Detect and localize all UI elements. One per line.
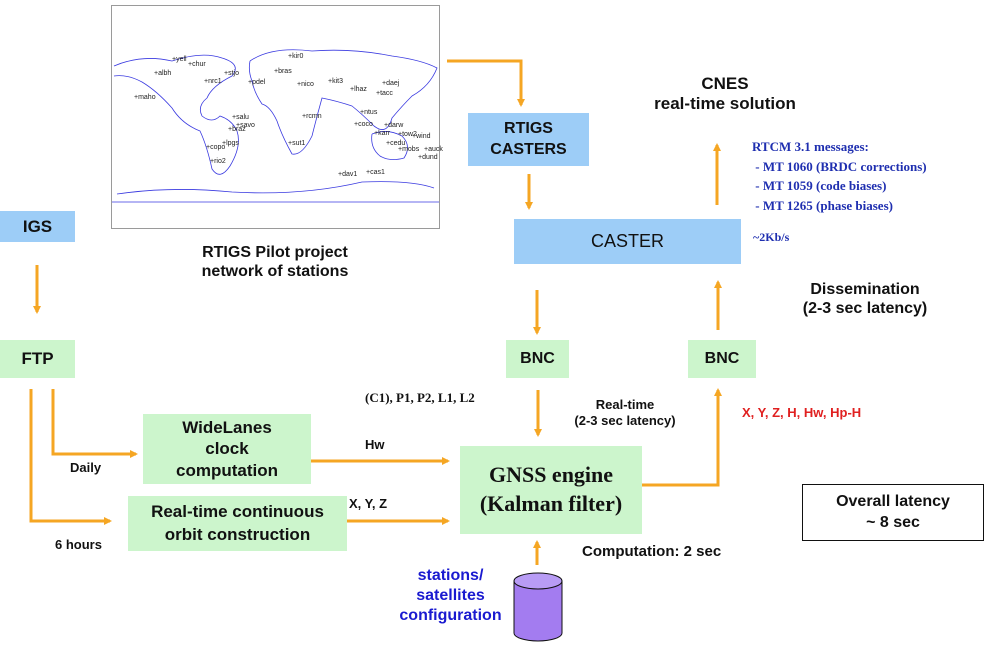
bnc-right-box: BNC [688, 340, 756, 378]
map-caption-line2: network of stations [201, 263, 349, 281]
station-label: +kit3 [328, 78, 343, 85]
realtime-label: Real-time (2-3 sec latency) [560, 397, 690, 428]
station-label: +tacc [376, 90, 393, 97]
station-label: +salu [232, 114, 249, 121]
dissemination-line2: (2-3 sec latency) [802, 300, 928, 318]
widelanes-line2: clock [205, 439, 249, 459]
station-label: +darw [384, 122, 404, 129]
igs-box: IGS [0, 211, 75, 242]
map-caption-line1: RTIGS Pilot project [202, 244, 348, 261]
overall-latency-box: Overall latency ~ 8 sec [802, 484, 984, 541]
config-line2: satellites [416, 587, 485, 604]
bnc-left-box: BNC [506, 340, 569, 378]
station-label: +rcmn [302, 113, 322, 120]
station-label: +cas1 [366, 169, 385, 176]
station-label: +mobs [398, 146, 420, 153]
station-label: +daej [382, 80, 400, 87]
rtcm-title: RTCM 3.1 messages: [752, 139, 869, 154]
world-map-outline [112, 49, 439, 203]
station-network-map: +yell +chur +albh +nrc1 +stjo +pdel +kir… [111, 5, 443, 229]
ftp-label: FTP [21, 349, 54, 368]
cnes-line1: CNES [701, 74, 749, 93]
station-label: +albh [154, 70, 172, 77]
station-label: +ntus [360, 109, 378, 116]
station-label: +chur [188, 61, 206, 68]
station-label: +yell [172, 56, 187, 63]
station-label: +maho [134, 94, 156, 101]
observables-label: (C1), P1, P2, L1, L2 [365, 390, 475, 405]
caster-label: CASTER [590, 231, 664, 251]
rtigs-casters-line1: RTIGS [504, 119, 553, 137]
hw-label: Hw [365, 437, 385, 452]
station-label: +wind [412, 133, 431, 140]
rtigs-casters-line2: CASTERS [490, 140, 567, 158]
map-caption: RTIGS Pilot project network of stations [170, 243, 380, 281]
overall-latency-line2: ~ 8 sec [866, 513, 920, 531]
config-label: stations/ satellites configuration [388, 566, 513, 626]
dissemination-line1: Dissemination [810, 281, 920, 298]
bnc-left-label: BNC [520, 350, 555, 367]
config-line3: configuration [399, 607, 502, 624]
arrow-ftp-to-widelanes [51, 389, 138, 458]
widelanes-box: WideLanes clock computation [143, 414, 311, 484]
cnes-title: CNES real-time solution [630, 74, 820, 115]
widelanes-line1: WideLanes [182, 418, 272, 438]
station-label: +karr [374, 130, 391, 137]
gnss-engine-line1: GNSS engine [488, 462, 614, 488]
station-label: +rio2 [210, 158, 226, 165]
six-hours-label: 6 hours [55, 537, 102, 552]
station-label: +sut1 [288, 140, 306, 147]
station-label: +dav1 [338, 171, 358, 178]
station-label: +lhaz [350, 86, 367, 93]
gnss-engine-box: GNSS engine (Kalman filter) [460, 446, 642, 534]
station-label: +nico [297, 81, 314, 88]
database-cylinder-icon [513, 572, 563, 642]
config-line1: stations/ [417, 567, 484, 584]
orbit-box: Real-time continuous orbit construction [128, 496, 347, 551]
rtcm-item: - MT 1059 (code biases) [752, 178, 887, 193]
rtcm-messages: RTCM 3.1 messages: - MT 1060 (BRDC corre… [752, 137, 927, 215]
station-label: +dund [418, 154, 438, 161]
widelanes-line3: computation [176, 460, 278, 480]
cnes-line2: real-time solution [654, 94, 796, 114]
orbit-line2: orbit construction [164, 524, 311, 544]
dissemination-label: Dissemination (2-3 sec latency) [780, 280, 950, 318]
bandwidth-label: ~2Kb/s [753, 230, 790, 244]
overall-latency-line1: Overall latency [836, 492, 950, 510]
computation-label: Computation: 2 sec [582, 543, 722, 560]
gnss-engine-line2: (Kalman filter) [479, 491, 623, 516]
outputs-label: X, Y, Z, H, Hw, Hp-H [742, 405, 862, 420]
rtigs-casters-box: RTIGS CASTERS [468, 113, 589, 166]
station-label: +nrc1 [204, 78, 222, 85]
ftp-box: FTP [0, 340, 75, 378]
station-label: +coco [354, 121, 373, 128]
arrow-map-to-rtigs [447, 59, 525, 107]
station-label: +pdel [248, 79, 266, 86]
station-label: +stjo [224, 70, 239, 77]
station-label: +auck [424, 146, 443, 153]
caster-box: CASTER [514, 219, 741, 264]
rtcm-item: - MT 1060 (BRDC corrections) [752, 158, 927, 174]
station-label: +braz [228, 126, 246, 133]
xyz-label: X, Y, Z [349, 496, 388, 511]
igs-label: IGS [22, 216, 53, 236]
realtime-line2: (2-3 sec latency) [574, 412, 676, 428]
station-label: +kir0 [288, 53, 304, 60]
bnc-right-label: BNC [704, 350, 740, 367]
station-label: +bras [274, 68, 292, 75]
realtime-line1: Real-time [595, 397, 655, 412]
station-label: +lpgs [222, 140, 239, 147]
daily-label: Daily [70, 460, 102, 475]
orbit-line1: Real-time continuous [151, 502, 324, 522]
rtcm-item: - MT 1265 (phase biases) [752, 197, 893, 213]
